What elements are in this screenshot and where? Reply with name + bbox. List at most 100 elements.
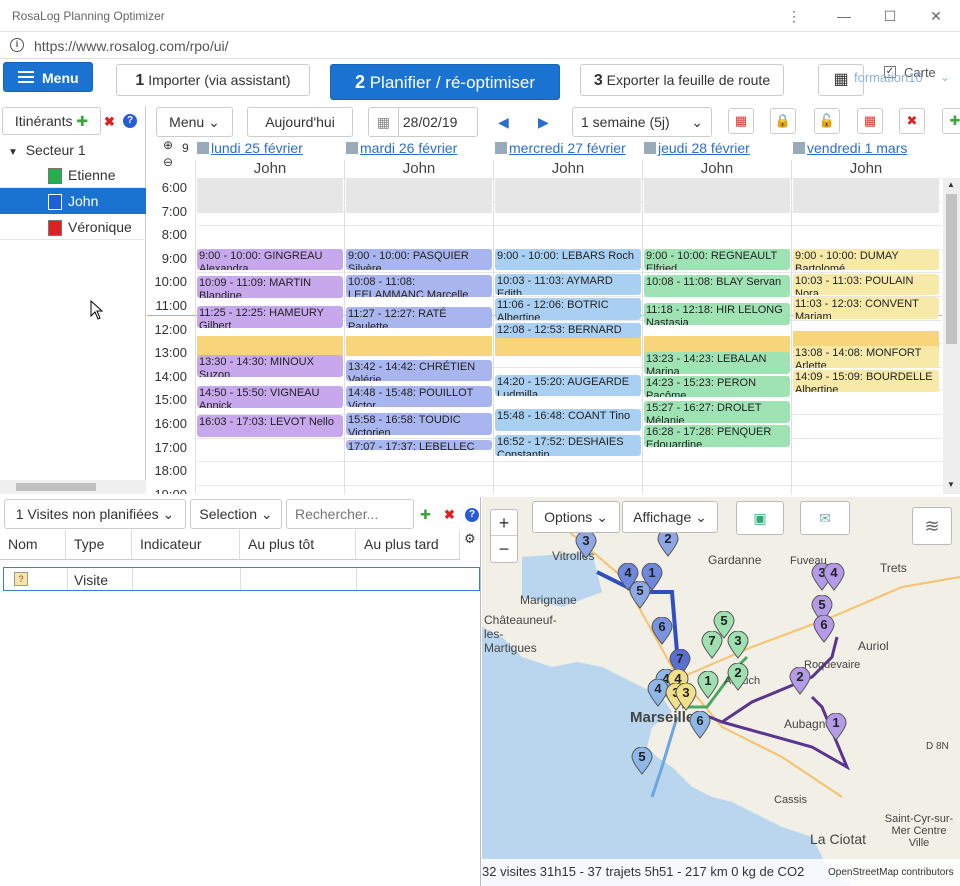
day-options-icon[interactable] — [346, 142, 358, 154]
map-route-icon[interactable]: ✉ — [800, 501, 850, 535]
route-map[interactable]: Vitrolles Gardanne Fuveau Trets Marignan… — [482, 497, 960, 886]
calendar-event[interactable]: 17:07 - 17:37: LEBELLEC — [346, 440, 492, 451]
map-marker[interactable]: 3 — [675, 682, 697, 711]
search-input[interactable] — [286, 499, 414, 529]
close-icon[interactable]: ✕ — [926, 6, 946, 26]
day-label[interactable]: mardi 26 février — [360, 140, 457, 156]
day-header-link[interactable]: jeudi 28 février — [644, 140, 790, 157]
column-header-type[interactable]: Type — [66, 530, 132, 560]
date-field[interactable]: ▦ 28/02/19 — [368, 107, 478, 137]
sector-row[interactable]: ▼ Secteur 1 — [0, 137, 146, 163]
attribution-text[interactable]: OpenStreetMap contributors — [828, 867, 954, 878]
map-options-button[interactable]: Options ⌄ — [532, 501, 620, 533]
calendar-event[interactable]: 13:23 - 14:23: LEBALAN Marina — [644, 352, 790, 374]
map-marker[interactable]: 1 — [697, 670, 719, 699]
import-button[interactable]: 1 Importer (via assistant) — [116, 64, 310, 96]
calendar-event[interactable]: 11:03 - 12:03: CONVENT Mariam — [793, 297, 939, 319]
map-marker[interactable]: 2 — [789, 666, 811, 695]
map-marker[interactable]: 1 — [825, 712, 847, 741]
calendar-event[interactable]: 11:25 - 12:25: HAMEURY Gilbert — [197, 305, 343, 328]
calendar-event[interactable]: 11:06 - 12:06: BOTRIC Albertine — [495, 298, 641, 320]
calendar-event[interactable]: 9:00 - 10:00: LEBARS Roch — [495, 248, 641, 271]
url-text[interactable]: https://www.rosalog.com/rpo/ui/ — [34, 38, 229, 54]
day-label[interactable]: jeudi 28 février — [658, 140, 750, 156]
maximize-icon[interactable]: ☐ — [880, 6, 900, 26]
calendar-event[interactable]: 10:03 - 11:03: POULAIN Nora — [793, 273, 939, 296]
lock-icon[interactable]: 🔒 — [770, 108, 796, 134]
calendar-event[interactable]: 14:20 - 15:20: AUGEARDE Ludmilla — [495, 374, 641, 397]
day-options-icon[interactable] — [197, 142, 209, 154]
day-header-link[interactable]: mercredi 27 février — [495, 140, 641, 157]
map-marker[interactable]: 2 — [727, 662, 749, 691]
calendar-event[interactable]: 10:08 - 11:08: LEELAMMANC Marcelle — [346, 275, 492, 298]
calendar-event[interactable]: 16:03 - 17:03: LEVOT Nello — [197, 415, 343, 437]
calendar-event[interactable]: 10:09 - 11:09: MARTIN Blandine — [197, 275, 343, 298]
add-visit-icon[interactable]: ✚ — [420, 507, 431, 523]
map-marker[interactable]: 5 — [629, 580, 651, 609]
column-header-nom[interactable]: Nom — [0, 530, 66, 560]
calendar-event[interactable]: 14:48 - 15:48: POUILLOT Victor — [346, 385, 492, 408]
next-arrow-icon[interactable]: ▶ — [538, 114, 549, 131]
scroll-up-icon[interactable]: ▲ — [947, 180, 955, 189]
day-label[interactable]: vendredi 1 mars — [807, 140, 907, 156]
column-header-indicateur[interactable]: Indicateur — [132, 530, 240, 560]
selection-button[interactable]: Selection ⌄ — [190, 499, 282, 529]
minimize-icon[interactable]: — — [834, 6, 854, 26]
calendar-event[interactable]: 9:00 - 10:00: DUMAY Bartolomé — [793, 248, 939, 271]
calendar-event[interactable]: 11:18 - 12:18: HIR LELONG Nastasia — [644, 303, 790, 325]
add-event-icon[interactable]: ✚ — [942, 108, 960, 134]
calendar-event[interactable]: 14:50 - 15:50: VIGNEAU Annick — [197, 386, 343, 408]
map-marker[interactable]: 6 — [689, 710, 711, 739]
day-label[interactable]: lundi 25 février — [211, 140, 303, 156]
layers-icon[interactable]: ≋ — [912, 507, 952, 545]
export-button[interactable]: 3 Exporter la feuille de route — [580, 64, 784, 96]
calendar-vertical-scrollbar[interactable]: ▲ ▼ — [943, 178, 960, 494]
map-marker[interactable]: 3 — [727, 630, 749, 659]
day-header-link[interactable]: lundi 25 février — [197, 140, 343, 157]
calendar-event[interactable]: 11:27 - 12:27: RATÉ Paulette — [346, 306, 492, 329]
calendar-menu-button[interactable]: Menu ⌄ — [156, 107, 233, 137]
map-marker[interactable]: 2 — [657, 528, 679, 557]
help-icon[interactable]: ? — [465, 508, 479, 522]
range-select[interactable]: 1 semaine (5j) ⌄ — [572, 107, 712, 137]
more-icon[interactable]: ⋮ — [784, 6, 804, 26]
settings-gear-icon[interactable]: ⚙ — [464, 531, 476, 547]
main-menu-button[interactable]: Menu — [3, 62, 93, 92]
map-marker[interactable]: 6 — [651, 616, 673, 645]
date-value[interactable]: 28/02/19 — [403, 114, 458, 130]
calendar-event[interactable]: 15:27 - 16:27: DROLET Mélanie — [644, 401, 790, 423]
delete-all-icon[interactable]: ✖ — [899, 108, 925, 134]
calendar-event[interactable]: 15:58 - 16:58: TOUDIC Victorien — [346, 413, 492, 435]
address-bar[interactable]: i https://www.rosalog.com/rpo/ui/ — [0, 32, 960, 59]
map-marker[interactable]: 6 — [813, 614, 835, 643]
calendar-event[interactable]: 13:42 - 14:42: CHRÉTIEN Valérie — [346, 359, 492, 382]
help-icon[interactable]: ? — [123, 114, 137, 128]
calendar-event[interactable]: 14:09 - 15:09: BOURDELLE Albertine — [793, 370, 939, 392]
prev-arrow-icon[interactable]: ◀ — [498, 114, 509, 131]
calendar-day-icon[interactable]: ▦ — [728, 108, 754, 134]
unplanned-count-button[interactable]: 1 Visites non planifiées ⌄ — [4, 499, 186, 529]
map-marker[interactable]: 7 — [701, 630, 723, 659]
calendar-event[interactable]: 16:52 - 17:52: DESHAIES Constantin — [495, 434, 641, 457]
column-header-au-plus-tot[interactable]: Au plus tôt — [240, 530, 356, 560]
day-header-link[interactable]: vendredi 1 mars — [793, 140, 939, 157]
collapse-icon[interactable]: ▼ — [8, 147, 18, 158]
map-affichage-button[interactable]: Affichage ⌄ — [622, 501, 718, 533]
calendar-event[interactable]: 10:03 - 11:03: AYMARD Edith — [495, 273, 641, 296]
column-header-au-plus-tard[interactable]: Au plus tard — [356, 530, 460, 560]
map-marker[interactable]: 5 — [631, 746, 653, 775]
map-image-icon[interactable]: ▣ — [736, 501, 784, 535]
day-options-icon[interactable] — [793, 142, 805, 154]
map-marker[interactable]: 4 — [823, 562, 845, 591]
calendar-event[interactable]: 16:28 - 17:28: PENQUER Edouardine — [644, 425, 790, 447]
user-chevron-icon[interactable]: ⌄ — [940, 70, 950, 84]
map-marker[interactable]: 3 — [575, 530, 597, 559]
calendar-event[interactable]: 9:00 - 10:00: PASQUIER Silvère — [346, 248, 492, 271]
day-label[interactable]: mercredi 27 février — [509, 140, 626, 156]
day-options-icon[interactable] — [495, 142, 507, 154]
sidebar-item-john[interactable]: John — [0, 188, 146, 214]
calendar-event[interactable]: 13:08 - 14:08: MONFORT Arlette — [793, 346, 939, 368]
sidebar-item-veronique[interactable]: Véronique — [0, 214, 146, 240]
calendar-event[interactable]: 12:08 - 12:53: BERNARD — [495, 322, 641, 339]
scroll-down-icon[interactable]: ▼ — [947, 480, 955, 489]
